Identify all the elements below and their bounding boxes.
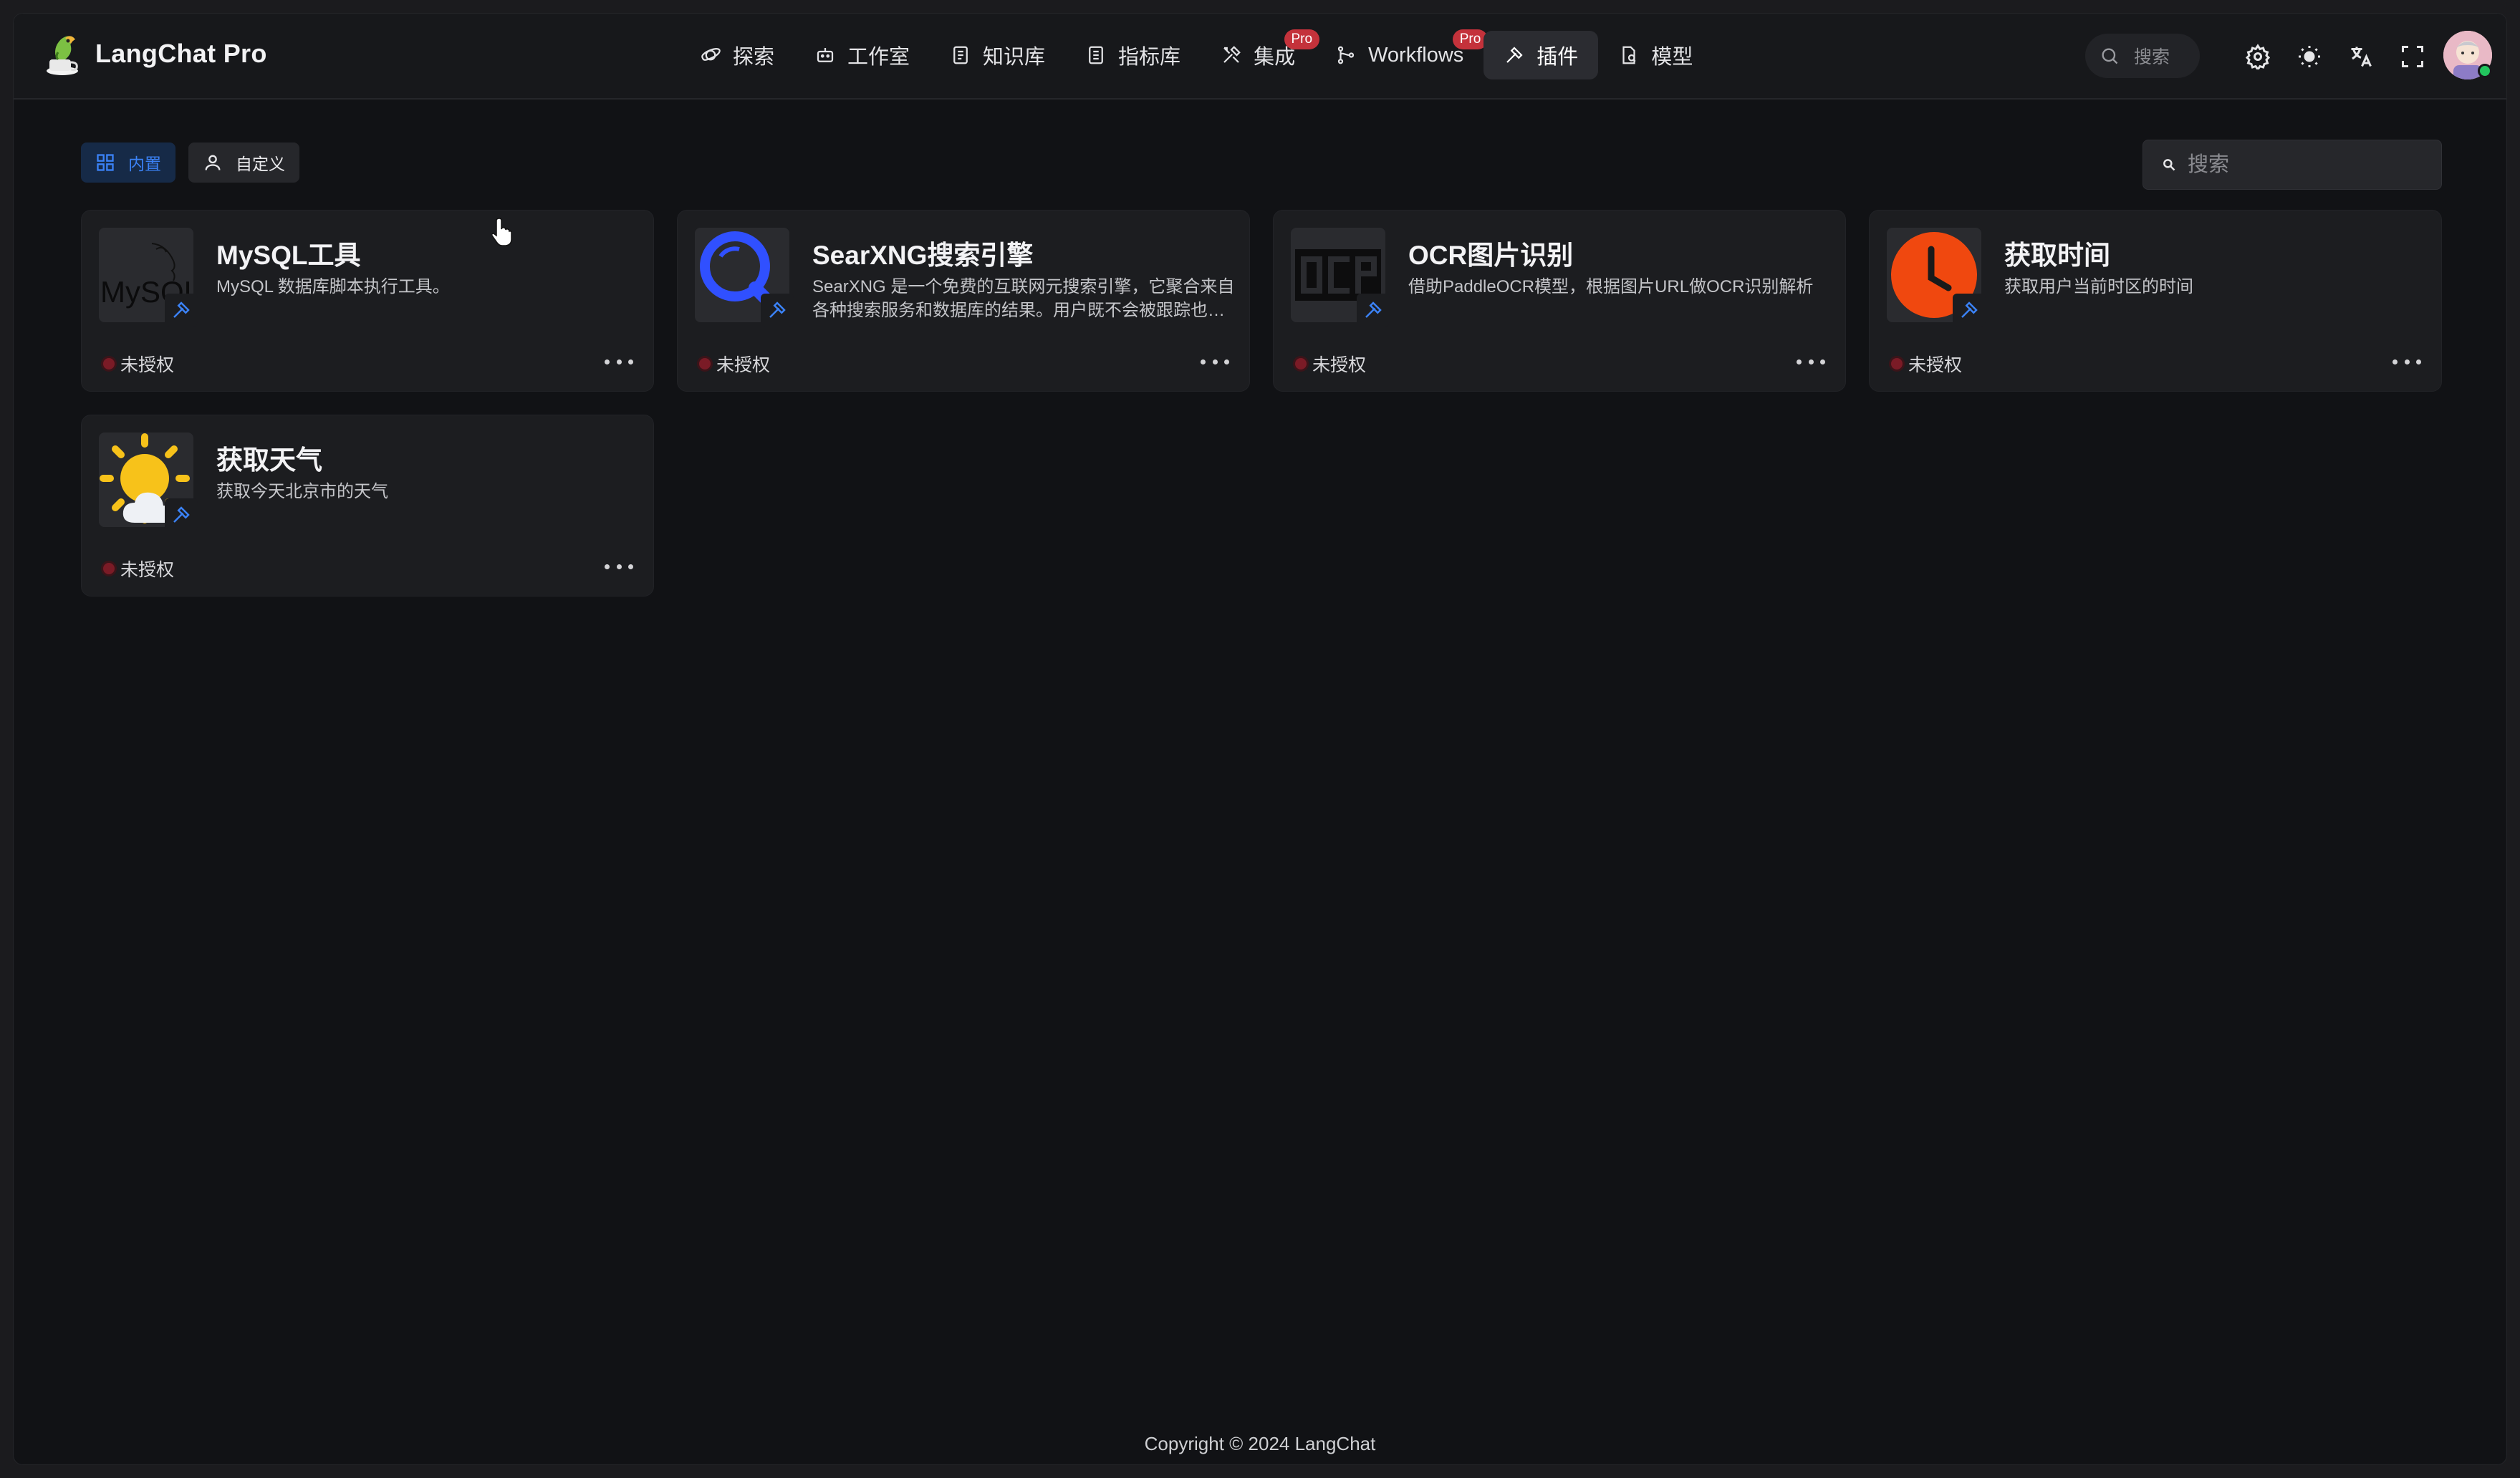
planet-icon: [701, 48, 721, 61]
status-text: 未授权: [120, 355, 175, 375]
plugin-description: MySQL 数据库脚本执行工具。: [216, 277, 450, 296]
hammer-icon: [1365, 301, 1382, 318]
status-text: 未授权: [1908, 355, 1963, 375]
header-search[interactable]: 搜索: [2085, 34, 2200, 78]
more-options-icon[interactable]: [605, 349, 633, 374]
search-icon: [2163, 159, 2175, 171]
status-badge: 未授权: [1295, 351, 1366, 377]
translate-icon[interactable]: [2348, 44, 2374, 69]
fullscreen-icon[interactable]: [2400, 44, 2425, 69]
tab-builtin-label: 内置: [128, 155, 161, 173]
top-header: LangChat Pro 探索 工作室 知识库 指标库 集成 Pro Workf…: [14, 14, 2506, 100]
plugin-card[interactable]: 获取天气 获取今天北京市的天气 未授权: [81, 415, 654, 596]
document-icon: [1089, 46, 1103, 64]
nav-label-explore: 探索: [733, 46, 775, 69]
status-badge: 未授权: [103, 556, 174, 581]
tool-badge: [761, 294, 794, 327]
status-badge: 未授权: [1891, 351, 1962, 377]
status-dot: [103, 358, 115, 370]
plugin-title: SearXNG搜索引擎: [812, 241, 1034, 270]
plugin-search[interactable]: [2143, 140, 2442, 190]
status-dot: [1295, 358, 1307, 370]
tab-builtin[interactable]: 内置: [81, 143, 175, 183]
app-logo[interactable]: LangChat Pro: [39, 31, 267, 77]
tools-icon: [1223, 46, 1241, 63]
book-icon: [953, 46, 968, 64]
plugin-title: 获取时间: [2004, 241, 2110, 270]
search-icon: [2102, 48, 2118, 64]
tool-badge: [165, 498, 198, 531]
nav-item-workflows[interactable]: Workflows Pro: [1315, 29, 1489, 79]
status-dot: [699, 358, 711, 370]
plugin-title: 获取天气: [216, 445, 322, 475]
more-options-icon[interactable]: [605, 554, 633, 579]
nav-label-models: 模型: [1651, 46, 1693, 69]
nav-item-integration[interactable]: 集成 Pro: [1201, 29, 1320, 79]
settings-icon[interactable]: [2245, 44, 2271, 69]
status-badge: 未授权: [103, 351, 174, 377]
workflow-icon: [1337, 46, 1355, 64]
more-options-icon[interactable]: [1797, 349, 1825, 374]
plugin-title: MySQL工具: [216, 241, 361, 270]
hammer-icon: [1506, 47, 1523, 63]
user-icon: [205, 155, 221, 170]
hammer-icon: [173, 301, 190, 318]
footer-copyright: Copyright © 2024 LangChat: [1144, 1433, 1376, 1454]
nav-item-models[interactable]: 模型: [1598, 31, 1713, 79]
nav-label-plugins: 插件: [1536, 46, 1579, 69]
status-text: 未授权: [1312, 355, 1367, 375]
plugin-description: 获取用户当前时区的时间: [2004, 277, 2193, 296]
nav-item-explore[interactable]: 探索: [680, 31, 794, 79]
plugin-title: OCR图片识别: [1408, 241, 1574, 270]
hammer-icon: [173, 506, 190, 523]
pro-badge: Pro: [1452, 29, 1489, 49]
status-text: 未授权: [716, 355, 771, 375]
nav-label-knowledge: 知识库: [983, 46, 1046, 69]
tab-custom-label: 自定义: [236, 155, 285, 173]
hammer-icon: [769, 301, 786, 318]
tool-badge: [165, 294, 198, 327]
more-options-icon[interactable]: [1201, 349, 1229, 374]
robot-icon: [817, 48, 834, 62]
tab-custom[interactable]: 自定义: [188, 143, 299, 183]
nav-item-metrics[interactable]: 指标库: [1065, 31, 1201, 79]
mouse-pointer-icon: [492, 218, 512, 246]
hammer-icon: [1961, 301, 1978, 318]
app-title: LangChat Pro: [95, 39, 267, 68]
nav-item-knowledge[interactable]: 知识库: [930, 31, 1065, 79]
nav-item-plugins[interactable]: 插件: [1483, 31, 1599, 79]
main-nav: 探索 工作室 知识库 指标库 集成 Pro Workflows Pro 插件 模…: [680, 29, 1713, 79]
tool-badge: [1953, 294, 1986, 327]
more-options-icon[interactable]: [2392, 349, 2421, 374]
sun-icon[interactable]: [2297, 44, 2322, 69]
nav-label-workflows: Workflows: [1368, 43, 1464, 67]
grid-icon: [97, 154, 114, 171]
plugin-card[interactable]: OCR图片识别 借助PaddleOCR模型，根据图片URL做OCR识别解析 未授…: [1273, 210, 1846, 392]
plugin-description: 获取今天北京市的天气: [216, 482, 388, 501]
parrot-logo-icon: [39, 31, 85, 77]
status-text: 未授权: [120, 560, 175, 580]
nav-item-studio[interactable]: 工作室: [794, 31, 930, 79]
file-model-icon: [1622, 46, 1636, 64]
app-window: LangChat Pro 探索 工作室 知识库 指标库 集成 Pro Workf…: [13, 13, 2507, 1465]
status-dot: [103, 563, 115, 574]
pro-badge: Pro: [1284, 29, 1320, 49]
tool-badge: [1357, 294, 1390, 327]
plugin-card[interactable]: MySQL MySQL工具 MySQL 数据库脚本执行工具。 未授权: [81, 210, 654, 392]
header-search-placeholder: 搜索: [2134, 47, 2170, 67]
plugin-tabs: 内置 自定义: [81, 143, 299, 183]
status-dot: [1891, 358, 1903, 370]
plugin-card[interactable]: SearXNG搜索引擎 SearXNG 是一个免费的互联网元搜索引擎，它聚合来自…: [677, 210, 1250, 392]
plugin-card[interactable]: 获取时间 获取用户当前时区的时间 未授权: [1869, 210, 2442, 392]
plugin-description: 借助PaddleOCR模型，根据图片URL做OCR识别解析: [1408, 277, 1814, 296]
plugin-description: SearXNG 是一个免费的互联网元搜索引擎，它聚合来自各种搜索服务和数据库的结…: [812, 277, 1235, 320]
nav-label-studio: 工作室: [847, 46, 910, 69]
online-status-dot: [2478, 64, 2492, 78]
plugin-search-input[interactable]: [2188, 153, 2424, 177]
nav-label-metrics: 指标库: [1118, 46, 1181, 69]
status-badge: 未授权: [699, 351, 770, 377]
